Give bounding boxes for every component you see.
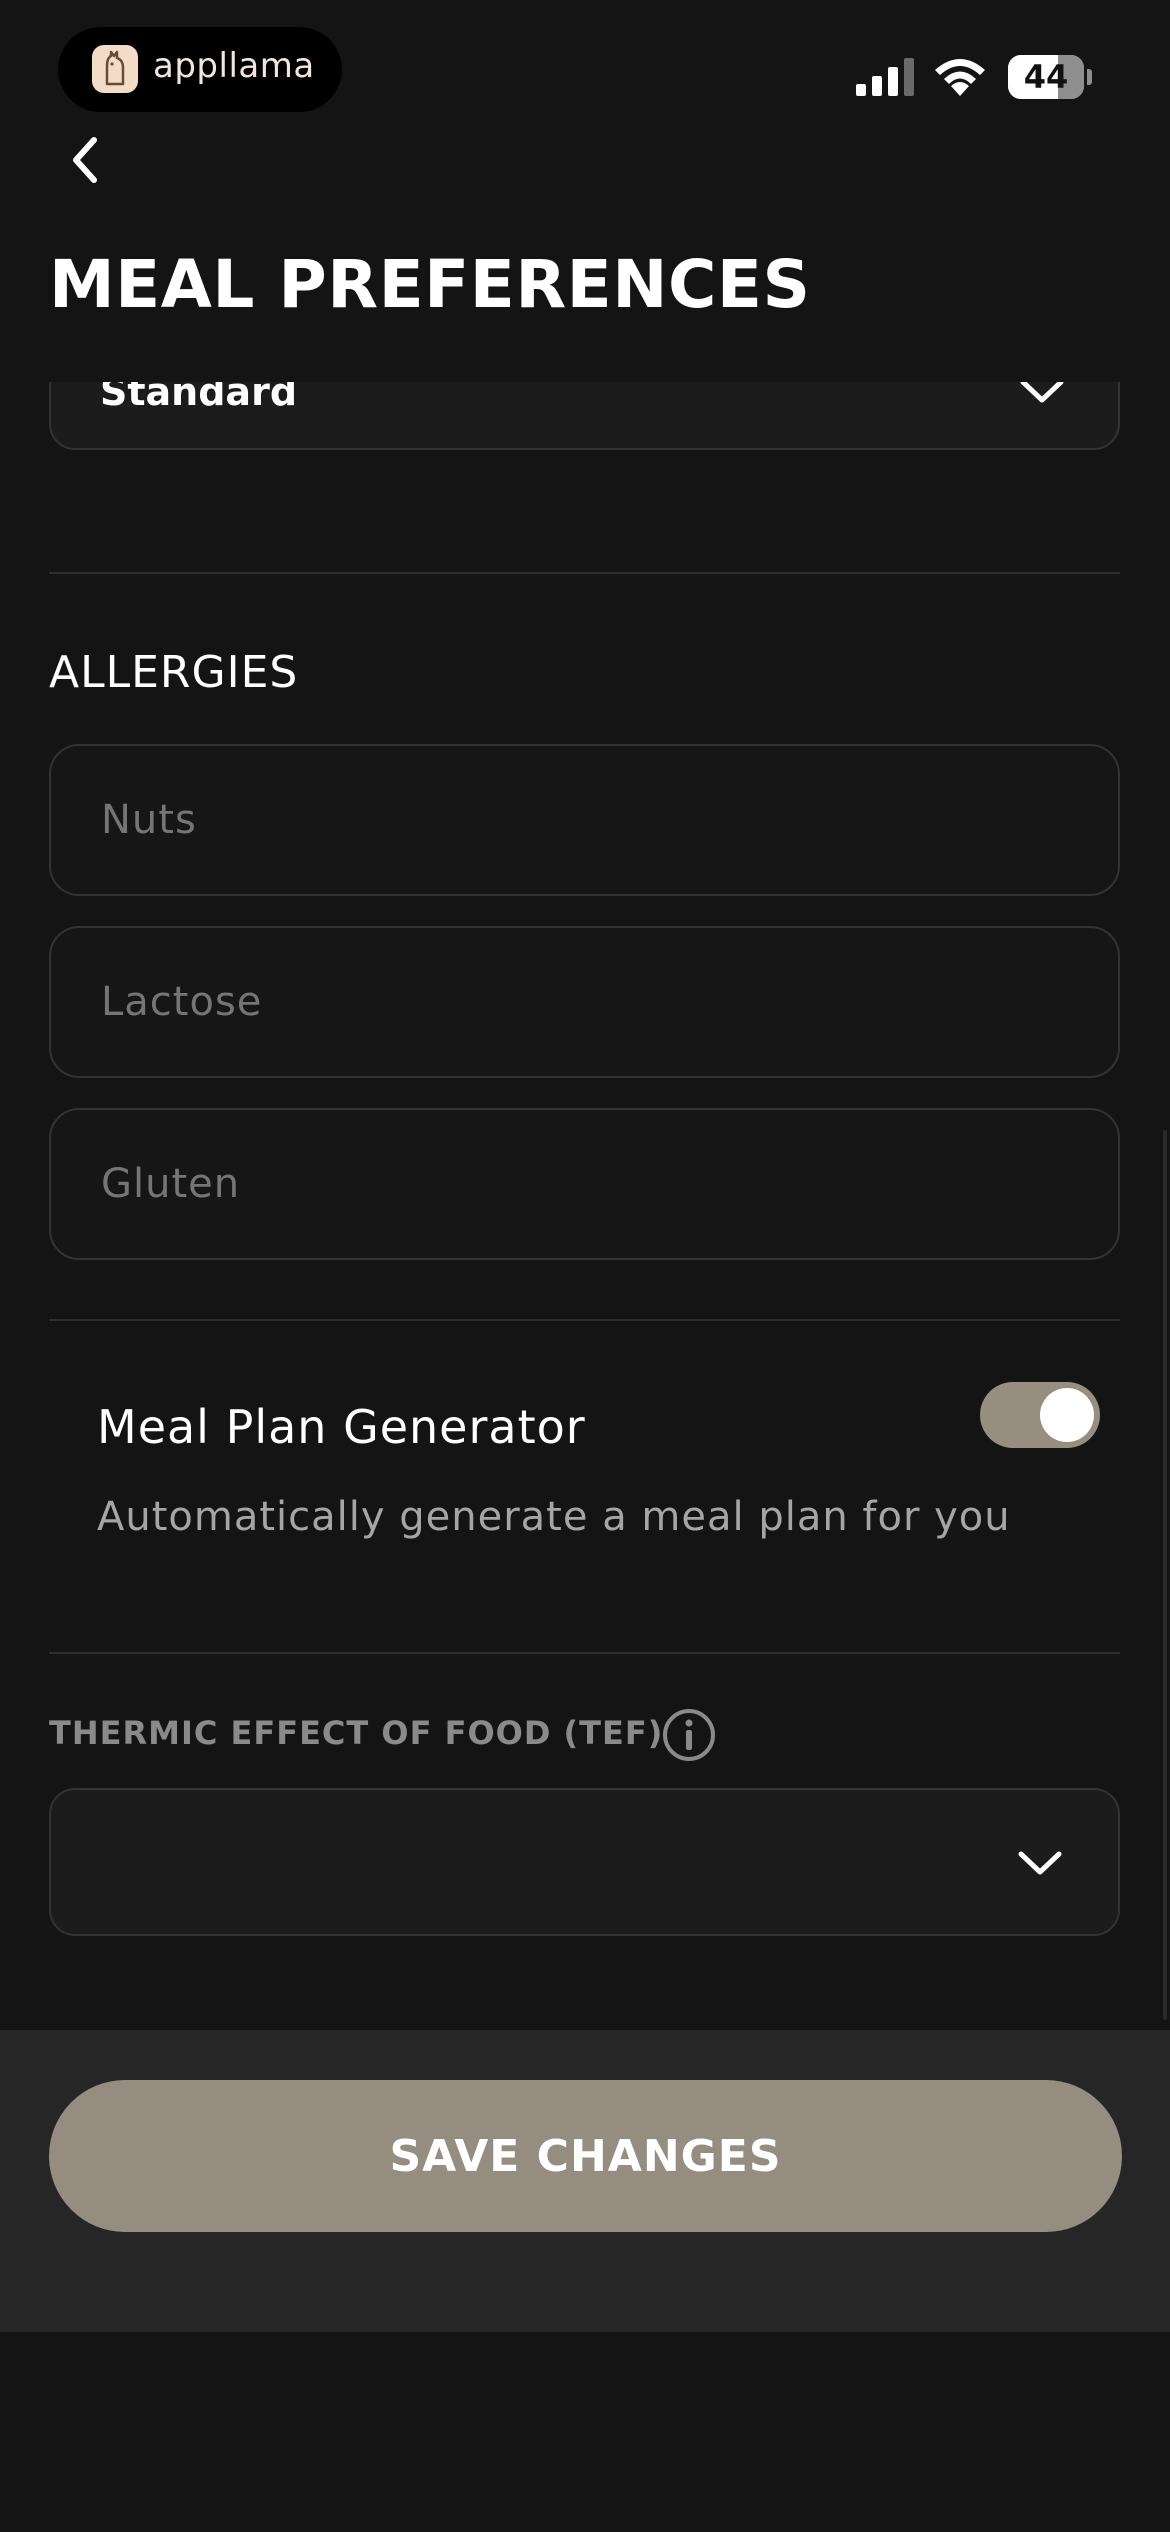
info-icon[interactable] xyxy=(662,1708,716,1762)
tef-select[interactable] xyxy=(49,1788,1120,1936)
allergy-input-nuts[interactable] xyxy=(49,744,1120,896)
divider xyxy=(49,1652,1120,1654)
meal-plan-generator-label: Meal Plan Generator xyxy=(97,1400,586,1454)
divider xyxy=(49,572,1120,574)
preferences-scroll-area[interactable]: Standard ALLERGIES Meal Plan Generator A… xyxy=(0,382,1170,2030)
battery-icon: 44 xyxy=(1008,55,1092,99)
tef-label: THERMIC EFFECT OF FOOD (TEF) xyxy=(49,1714,664,1752)
allergy-input-gluten[interactable] xyxy=(49,1108,1120,1260)
diet-type-select[interactable]: Standard xyxy=(49,382,1120,450)
page-title: MEAL PREFERENCES xyxy=(49,246,811,323)
app-name: appllama xyxy=(153,46,315,86)
meal-plan-generator-description: Automatically generate a meal plan for y… xyxy=(97,1494,1011,1540)
chevron-down-icon xyxy=(1020,382,1064,403)
allergy-input-lactose[interactable] xyxy=(49,926,1120,1078)
chevron-down-icon xyxy=(1018,1851,1062,1875)
save-changes-button[interactable]: SAVE CHANGES xyxy=(49,2080,1122,2232)
app-logo-icon xyxy=(92,45,138,93)
signal-icon xyxy=(856,58,914,96)
scrollbar[interactable] xyxy=(1163,1130,1167,2020)
footer-bar: SAVE CHANGES xyxy=(0,2030,1170,2332)
toggle-knob xyxy=(1040,1388,1094,1442)
battery-level: 44 xyxy=(1023,58,1069,96)
meal-plan-generator-toggle[interactable] xyxy=(980,1382,1100,1448)
back-chevron-icon[interactable] xyxy=(56,130,116,190)
allergies-title: ALLERGIES xyxy=(49,647,299,698)
divider xyxy=(49,1319,1120,1321)
diet-type-value: Standard xyxy=(100,382,298,414)
wifi-icon xyxy=(935,59,985,96)
